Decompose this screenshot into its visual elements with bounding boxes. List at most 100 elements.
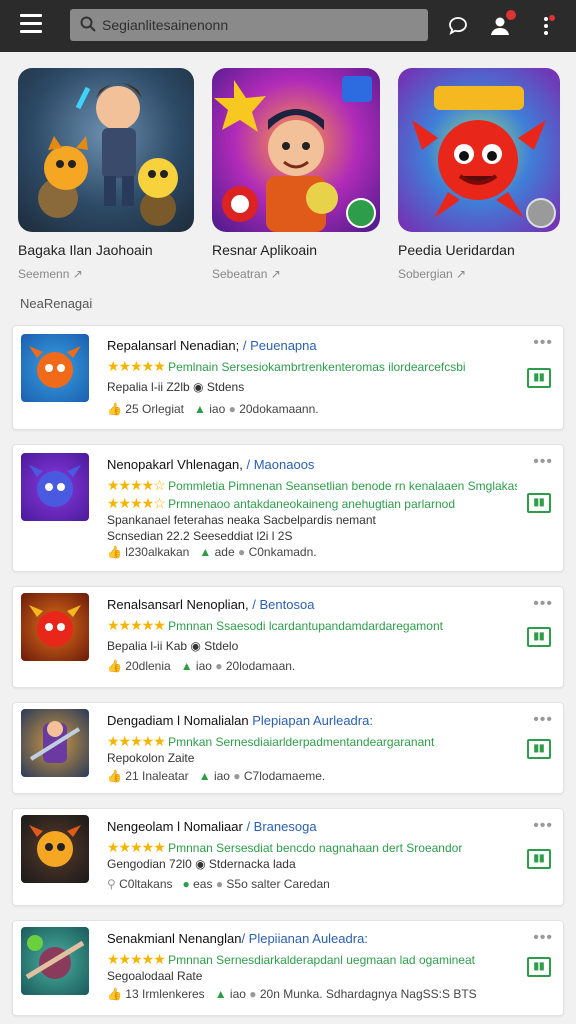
app-meta: 👍 l230alkakan ▲ ade ● C0nkamadn. xyxy=(107,545,317,559)
install-icon[interactable]: ▮▮ xyxy=(527,368,551,388)
featured-subtitle: Sebeatran ↗ xyxy=(212,267,281,281)
install-icon[interactable]: ▮▮ xyxy=(527,849,551,869)
account-icon[interactable] xyxy=(488,10,516,38)
star-rating: ★★★★☆ xyxy=(107,477,166,493)
top-app-bar xyxy=(0,0,576,52)
download-icon: ▲ xyxy=(194,402,206,416)
app-category: / Plepiianan Auleadra: xyxy=(241,931,368,946)
app-info: Segoalodaal Rate xyxy=(107,969,203,983)
search-bar[interactable] xyxy=(70,9,428,41)
app-category: / Bentosoa xyxy=(252,597,315,612)
app-description: ★★★★★ Pmnkan Sernesdiaiarlderpadmentande… xyxy=(107,733,435,749)
globe-icon: ● xyxy=(215,659,223,673)
app-title: Dengadiam l Nomalialan Plepiapan Aurlead… xyxy=(107,713,373,728)
featured-artwork xyxy=(398,68,560,232)
app-description: ★★★★☆ Pommletia Pimnenan Seansetlian ben… xyxy=(107,477,517,493)
app-icon xyxy=(21,927,89,995)
download-icon: ▲ xyxy=(214,987,227,1001)
featured-subtitle: Seemenn ↗ xyxy=(18,267,83,281)
featured-card[interactable]: Peedia Ueridardan Sobergian ↗ xyxy=(398,68,566,281)
search-icon xyxy=(80,16,96,32)
app-info: Gengodian 72l0 ◉ Stdernacka lada xyxy=(107,857,296,871)
app-badge-icon xyxy=(526,198,556,228)
install-icon[interactable]: ▮▮ xyxy=(527,957,551,977)
more-vert-icon[interactable] xyxy=(534,14,558,38)
star-rating: ★★★★★ xyxy=(107,839,166,855)
app-info: Spankanael feterahas neaka Sacbelpardis … xyxy=(107,513,376,527)
featured-title: Bagaka Ilan Jaohoain xyxy=(18,242,153,258)
thumbs-up-icon: 👍 xyxy=(107,545,122,559)
app-list-item[interactable]: Renalsansarl Nenoplian, / Bentosoa ★★★★★… xyxy=(12,586,564,688)
featured-card[interactable]: Resnar Aplikoain Sebeatran ↗ xyxy=(212,68,380,281)
more-options-icon[interactable]: ••• xyxy=(533,929,553,947)
download-icon: ▲ xyxy=(198,769,211,783)
thumbs-up-icon: 👍 xyxy=(107,659,122,673)
app-title: Repalansarl Nenadian; / Peuenapna xyxy=(107,338,317,353)
thumbs-up-icon: 👍 xyxy=(107,402,122,416)
app-info: Scnsedian 22.2 Seeseddiat l2i l 2S xyxy=(107,529,293,543)
app-meta: 👍 25 Orlegiat ▲ iao ● 20dokamaann. xyxy=(107,402,319,416)
featured-subtitle: Sobergian ↗ xyxy=(398,267,467,281)
app-list-item[interactable]: Senakmianl Nenanglan/ Plepiianan Auleadr… xyxy=(12,920,564,1016)
globe-icon: ● xyxy=(237,545,246,559)
more-options-icon[interactable]: ••• xyxy=(533,334,553,352)
app-category: / Branesoga xyxy=(246,819,317,834)
app-list-item[interactable]: Repalansarl Nenadian; / Peuenapna ★★★★★ … xyxy=(12,325,564,430)
app-title: Renalsansarl Nenoplian, / Bentosoa xyxy=(107,597,315,612)
download-icon: ▲ xyxy=(199,545,212,559)
thumbs-up-icon: 👍 xyxy=(107,769,122,783)
app-description: ★★★★☆ Prmnenaoo antakdaneokaineng anehug… xyxy=(107,495,456,511)
more-options-icon[interactable]: ••• xyxy=(533,453,553,471)
app-category: / Maonaoos xyxy=(246,457,315,472)
app-icon xyxy=(21,709,89,777)
app-meta: 👍 20dlenia ▲ iao ● 20lodamaan. xyxy=(107,659,296,673)
globe-icon: ● xyxy=(233,769,241,783)
hamburger-menu-icon[interactable] xyxy=(20,14,42,36)
featured-carousel: Bagaka Ilan Jaohoain Seemenn ↗ Resnar Ap… xyxy=(0,68,576,288)
app-icon xyxy=(21,334,89,402)
app-meta: 👍 21 Inaleatar ▲ iao ● C7lodamaeme. xyxy=(107,769,326,783)
app-list-item[interactable]: Nengeolam l Nomaliaar / Branesoga ★★★★★ … xyxy=(12,808,564,906)
globe-icon: ● xyxy=(228,402,236,416)
app-description: ★★★★★ Pmnnan Ssaesodi lcardantupandamdar… xyxy=(107,617,443,633)
more-options-icon[interactable]: ••• xyxy=(533,817,553,835)
thumbs-up-icon: 👍 xyxy=(107,987,122,1001)
app-category: / Peuenapna xyxy=(242,338,317,353)
star-rating: ★★★★☆ xyxy=(107,495,166,511)
app-info: Repokolon Zaite xyxy=(107,751,195,765)
app-list-item[interactable]: Dengadiam l Nomalialan Plepiapan Aurlead… xyxy=(12,702,564,794)
star-rating: ★★★★★ xyxy=(107,617,166,633)
app-meta: 👍 13 Irmlenkeres ▲ iao ● 20n Munka. Sdha… xyxy=(107,987,477,1001)
notification-dot xyxy=(506,10,516,20)
section-title: NeaRenagai xyxy=(20,296,93,311)
featured-card[interactable]: Bagaka Ilan Jaohoain Seemenn ↗ xyxy=(18,68,194,281)
install-icon[interactable]: ▮▮ xyxy=(527,493,551,513)
globe-icon: ● xyxy=(215,877,224,891)
app-description: ★★★★★ Pmnnan Sersesdiat bencdo nagnahaan… xyxy=(107,839,463,855)
app-icon xyxy=(21,815,89,883)
chat-bubble-icon: ● xyxy=(182,877,190,891)
star-rating: ★★★★★ xyxy=(107,733,166,749)
app-description: ★★★★★ Pmnnan Sernesdiarkalderapdanl uegm… xyxy=(107,951,475,967)
search-input[interactable] xyxy=(102,13,402,37)
star-rating: ★★★★★ xyxy=(107,951,166,967)
app-description: ★★★★★ Pemlnain Sersesiokambrtrenkenterom… xyxy=(107,358,466,374)
install-icon[interactable]: ▮▮ xyxy=(527,739,551,759)
app-list-item[interactable]: Nenopakarl Vhlenagan, / Maonaoos ★★★★☆ P… xyxy=(12,444,564,572)
app-icon xyxy=(21,593,89,661)
app-title: Nenopakarl Vhlenagan, / Maonaoos xyxy=(107,457,315,472)
app-meta: ⚲ C0ltakans ● eas ● S5o salter Caredan xyxy=(107,877,330,891)
more-options-icon[interactable]: ••• xyxy=(533,711,553,729)
app-info: Bepalia l-ii Kab ◉ Stdelo xyxy=(107,639,239,653)
featured-artwork xyxy=(18,68,194,232)
download-icon: ▲ xyxy=(180,659,193,673)
featured-artwork xyxy=(212,68,380,232)
app-info: Repalia l-ii Z2lb ◉ Stdens xyxy=(107,380,245,394)
app-title: Nengeolam l Nomaliaar / Branesoga xyxy=(107,819,317,834)
featured-title: Peedia Ueridardan xyxy=(398,242,515,258)
link-icon: ⚲ xyxy=(107,877,116,891)
globe-icon: ● xyxy=(249,987,257,1001)
chat-icon[interactable] xyxy=(446,14,470,38)
install-icon[interactable]: ▮▮ xyxy=(527,627,551,647)
more-options-icon[interactable]: ••• xyxy=(533,595,553,613)
